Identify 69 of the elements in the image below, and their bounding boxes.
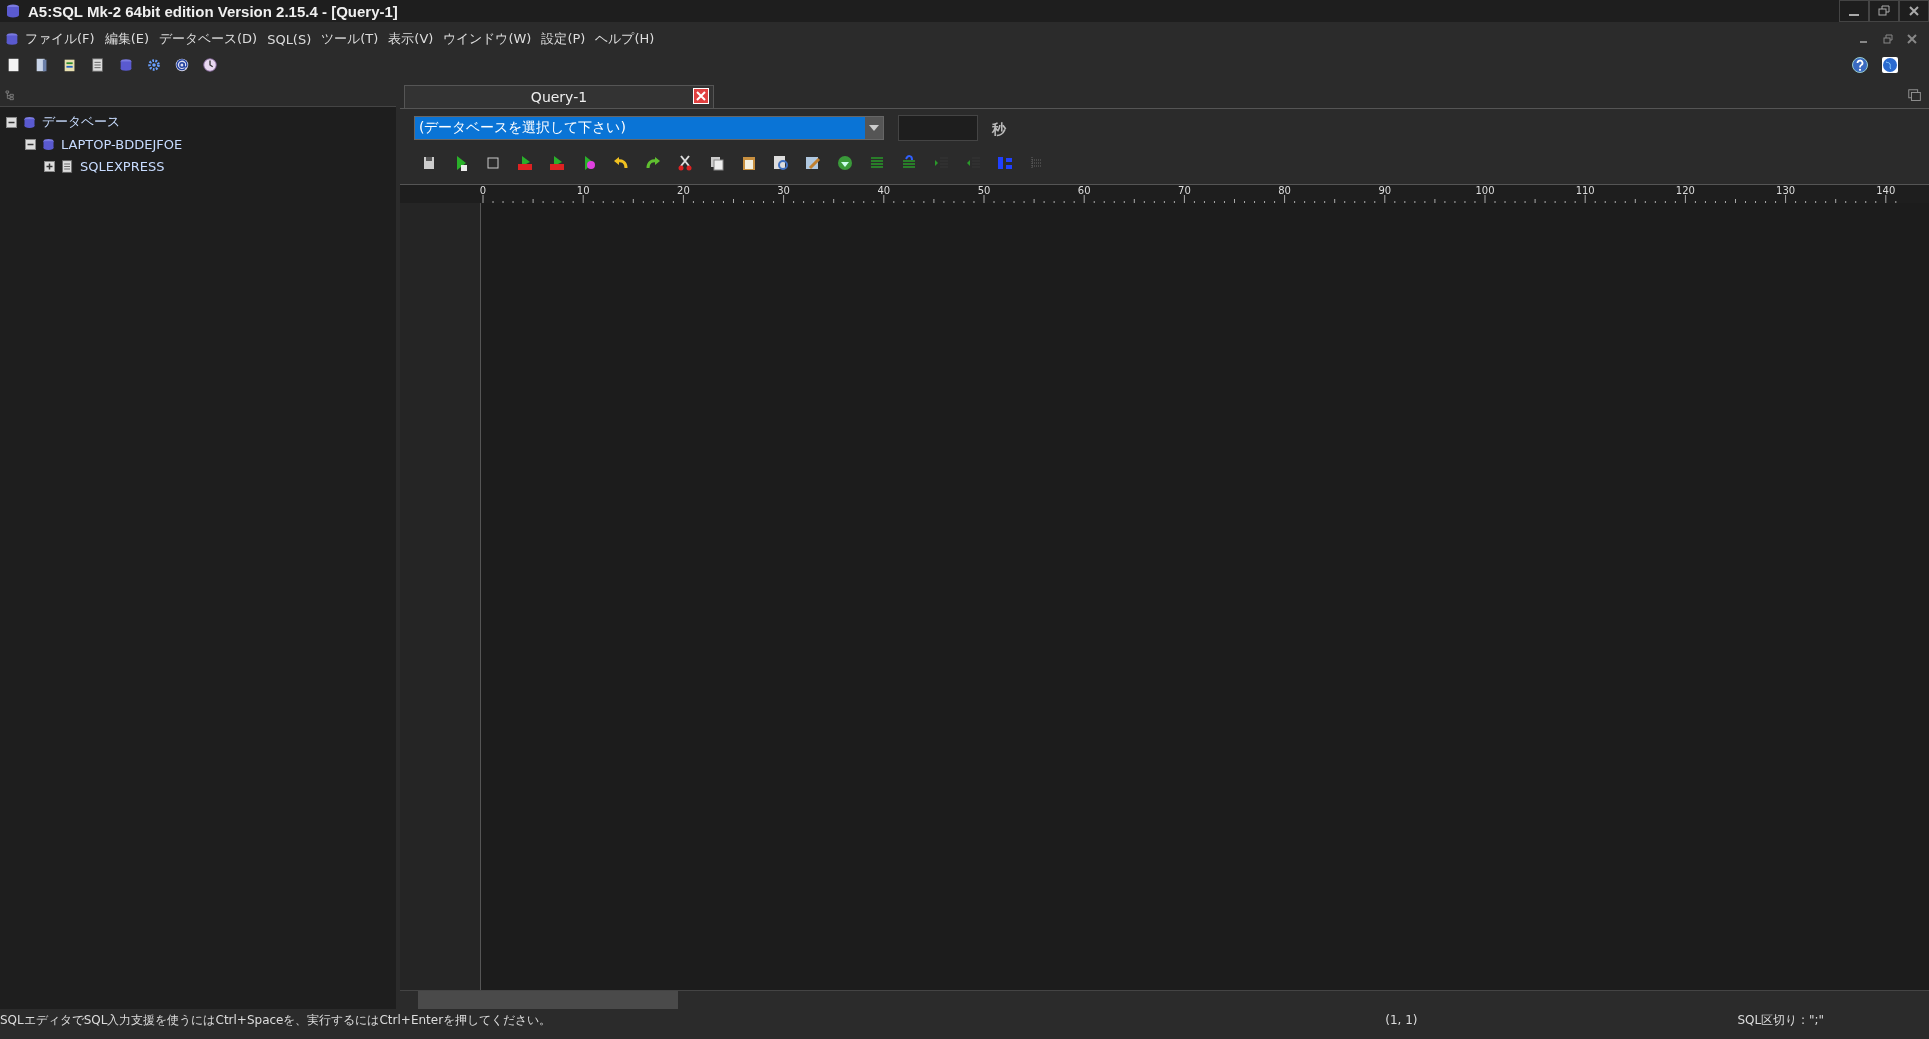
menu-item[interactable]: 表示(V)	[383, 30, 439, 48]
app-menu-icon[interactable]	[4, 31, 20, 47]
ruler-label: 0	[479, 185, 487, 196]
ruler-label: 50	[977, 185, 991, 196]
ruler-label: 60	[1077, 185, 1091, 196]
run-csv-icon[interactable]	[548, 154, 566, 172]
tree-item-label[interactable]: SQLEXPRESS	[80, 158, 165, 174]
ruler-label: 120	[1675, 185, 1695, 196]
close-icon	[1908, 5, 1920, 17]
menu-item[interactable]: データベース(D)	[154, 30, 263, 48]
cursor-position: (1, 1)	[1385, 1013, 1418, 1027]
globe-icon[interactable]	[1881, 56, 1899, 74]
sql-delimiter: SQL区切り : ";"	[1737, 1011, 1824, 1029]
collapse-toggle[interactable]	[6, 116, 17, 128]
copy-icon[interactable]	[708, 154, 726, 172]
menu-item[interactable]: ファイル(F)	[20, 30, 100, 48]
app-logo-icon	[4, 2, 22, 20]
ruler-label: 140	[1876, 185, 1896, 196]
window-title: A5:SQL Mk-2 64bit edition Version 2.15.4 - [Query-1]	[28, 2, 398, 20]
database-dropdown[interactable]: (データベースを選択して下さい)	[414, 116, 884, 140]
menu-item[interactable]: 編集(E)	[99, 30, 154, 48]
minimize-button[interactable]	[1839, 0, 1869, 22]
menu-item[interactable]: 設定(P)	[536, 30, 591, 48]
ruler-label: 80	[1278, 185, 1291, 196]
restore-windows-icon[interactable]	[1907, 88, 1923, 104]
stop-icon[interactable]	[484, 154, 502, 172]
tree-item-label[interactable]: データベース	[42, 113, 120, 131]
menu-item[interactable]: SQL(S)	[262, 31, 317, 47]
scrollbar-thumb[interactable]	[418, 991, 678, 1009]
gear-icon[interactable]	[146, 57, 162, 73]
mdi-close-icon[interactable]	[1907, 34, 1917, 44]
paste-icon[interactable]	[740, 154, 758, 172]
ruler-label: 90	[1378, 185, 1392, 196]
server-icon	[60, 158, 75, 174]
timeout-field[interactable]	[898, 115, 978, 141]
database-icon[interactable]	[118, 57, 134, 73]
cut-icon[interactable]	[676, 154, 694, 172]
search-icon[interactable]	[772, 154, 790, 172]
database-icon	[22, 114, 37, 130]
status-message: SQLエディタでSQL入力支援を使うにはCtrl+Spaceを、実行するにはCtrl+Enterを押してください。	[0, 1011, 552, 1029]
ruler-label: 70	[1178, 185, 1191, 196]
ruler-label: 30	[777, 185, 790, 196]
menu-item[interactable]: ウインドウ(W)	[438, 30, 537, 48]
close-button[interactable]	[1899, 0, 1929, 22]
run-ab-icon[interactable]	[516, 154, 534, 172]
menu-item[interactable]: ツール(T)	[316, 30, 384, 48]
tree-item-label[interactable]: LAPTOP-BDDEJFOE	[61, 136, 183, 152]
menu-item[interactable]: ヘルプ(H)	[590, 30, 660, 48]
close-icon[interactable]	[693, 88, 709, 104]
database-icon	[41, 136, 56, 152]
ruler-label: 40	[877, 185, 891, 196]
document-icon[interactable]	[90, 57, 106, 73]
timeout-unit: 秒	[992, 121, 1006, 139]
edit-icon[interactable]	[804, 154, 822, 172]
ruler-label: 20	[677, 185, 690, 196]
minimize-icon	[1849, 14, 1859, 16]
clock-icon[interactable]	[202, 57, 218, 73]
tree-panel-icon[interactable]	[4, 89, 16, 101]
ruler-label: 130	[1776, 185, 1796, 196]
ruler-label: 110	[1575, 185, 1595, 196]
at-sign-icon[interactable]	[174, 57, 190, 73]
collapse-toggle[interactable]	[25, 138, 36, 150]
ruler-label: 100	[1475, 185, 1495, 196]
restore-icon	[1878, 5, 1890, 17]
mdi-restore-icon[interactable]	[1883, 34, 1893, 44]
expand-toggle[interactable]	[44, 160, 55, 172]
query-tab[interactable]: Query-1	[404, 85, 714, 108]
help-icon[interactable]	[1851, 56, 1869, 74]
ruler-label: 10	[576, 185, 590, 196]
